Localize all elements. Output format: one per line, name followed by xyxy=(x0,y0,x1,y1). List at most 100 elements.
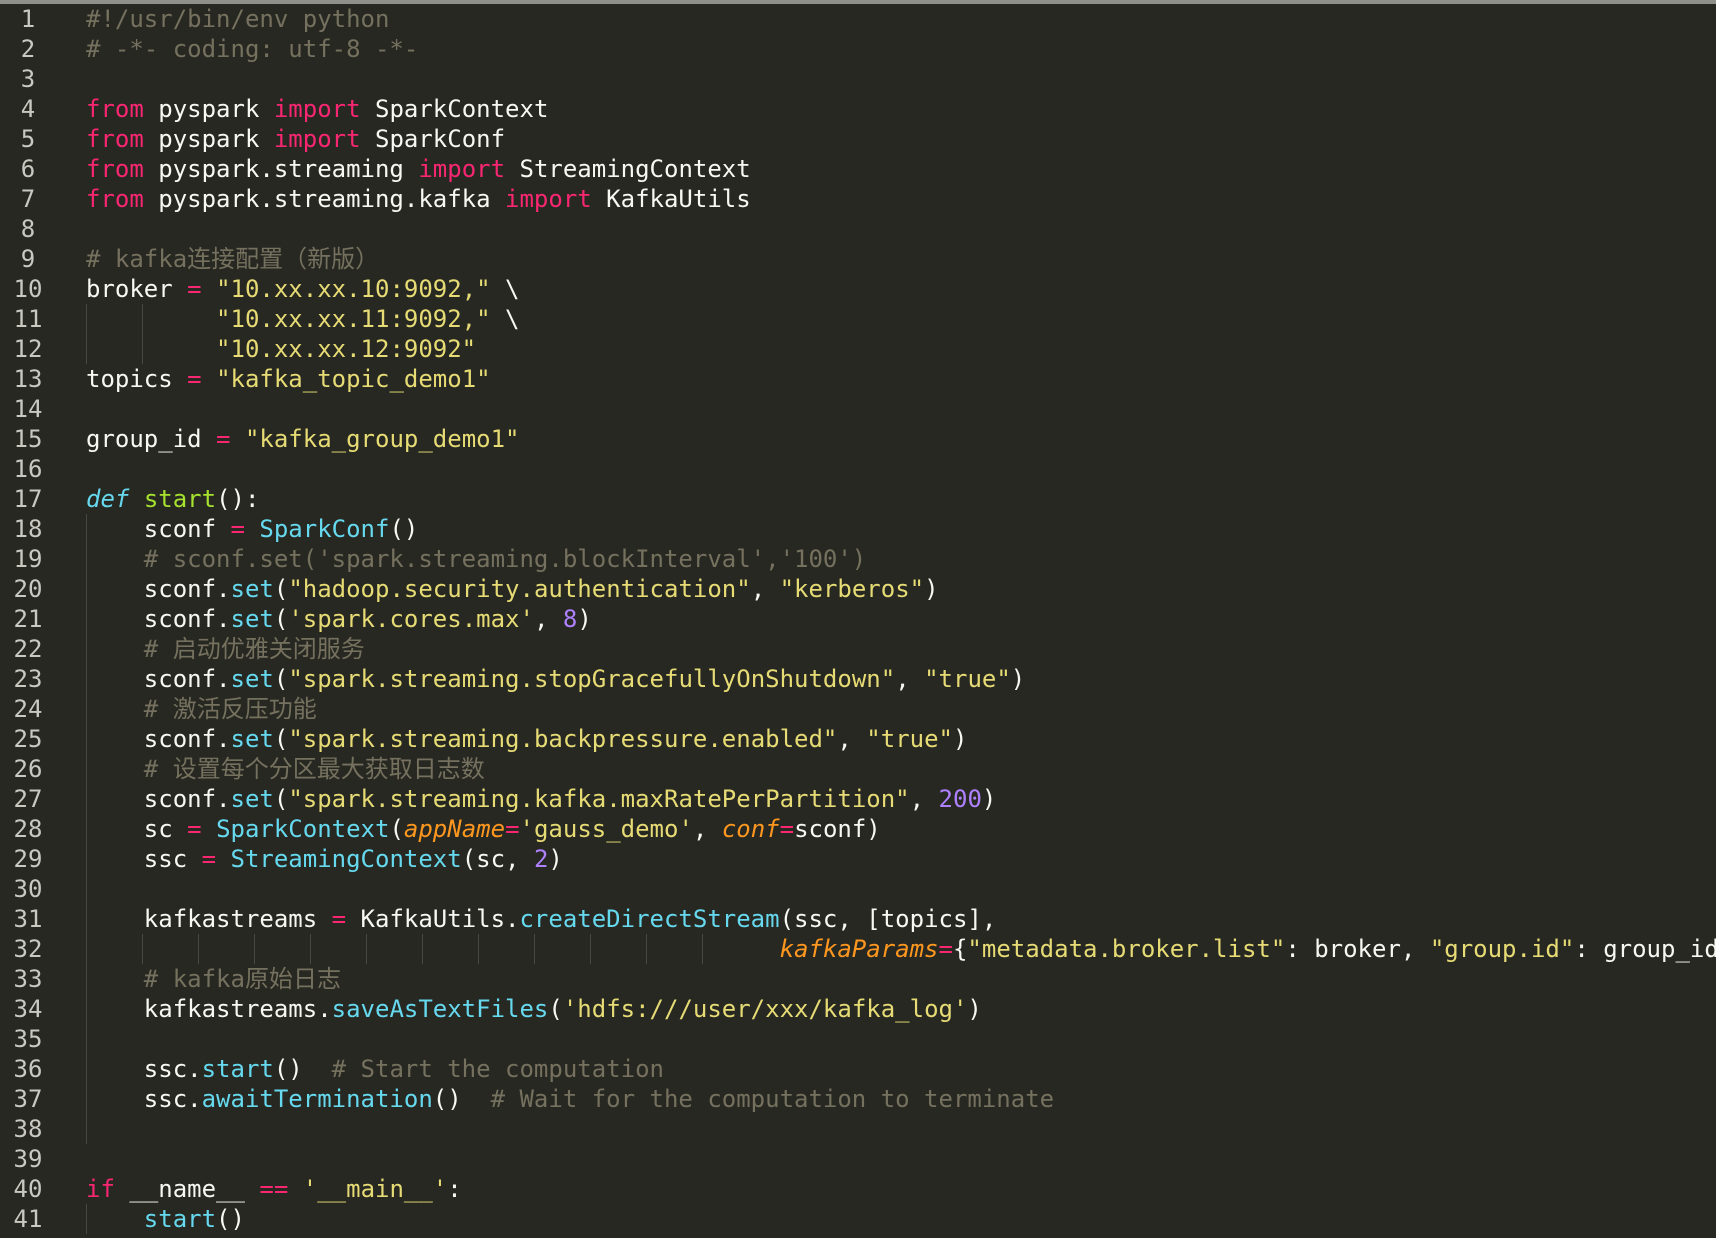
code-area[interactable]: 1 #!/usr/bin/env python 2 # -*- coding: utf… xyxy=(0,4,1716,1234)
line-number: 36 xyxy=(13,1055,43,1083)
code-token: ) xyxy=(967,995,982,1023)
code-line[interactable]: 39 xyxy=(0,1144,1716,1174)
code-line[interactable]: 36 ssc.start() # Start the computation xyxy=(0,1054,1716,1084)
code-token: "kafka_group_demo1" xyxy=(244,425,520,453)
line-content: kafkastreams = KafkaUtils.createDirectSt… xyxy=(86,904,997,934)
line-content: from pyspark.streaming.kafka import Kafk… xyxy=(86,184,751,214)
line-number: 23 xyxy=(13,665,43,693)
code-token: "spark.streaming.kafka.maxRatePerPartiti… xyxy=(288,785,910,813)
code-token: = xyxy=(201,845,217,873)
code-token: ( xyxy=(273,785,289,813)
code-token: set xyxy=(230,725,274,753)
line-content: # -*- coding: utf-8 -*- xyxy=(86,34,418,64)
code-token: 200 xyxy=(938,785,982,813)
code-line[interactable]: 25 sconf.set("spark.streaming.backpressu… xyxy=(0,724,1716,754)
code-line[interactable]: 13 topics = "kafka_topic_demo1" xyxy=(0,364,1716,394)
code-line[interactable]: 12 "10.xx.xx.12:9092" xyxy=(0,334,1716,364)
code-token: (): xyxy=(216,485,260,513)
code-line[interactable]: 18 sconf = SparkConf() xyxy=(0,514,1716,544)
code-token: , xyxy=(895,665,925,693)
code-line[interactable]: 26 # 设置每个分区最大获取日志数 xyxy=(0,754,1716,784)
code-token: = xyxy=(216,425,231,453)
code-line[interactable]: 29 ssc = StreamingContext(sc, 2) xyxy=(0,844,1716,874)
line-number: 24 xyxy=(13,695,43,723)
code-line[interactable]: 21 sconf.set('spark.cores.max', 8) xyxy=(0,604,1716,634)
code-line[interactable]: 40 if __name__ == '__main__': xyxy=(0,1174,1716,1204)
code-line[interactable]: 30 xyxy=(0,874,1716,904)
code-token: SparkConf xyxy=(259,515,390,543)
code-token: ( xyxy=(273,665,289,693)
code-line[interactable]: 16 xyxy=(0,454,1716,484)
code-token: set xyxy=(230,605,274,633)
code-token: : xyxy=(447,1175,462,1203)
code-line[interactable]: 32 kafkaParams={"metadata.broker.list": … xyxy=(0,934,1716,964)
code-token: (ssc, [topics], xyxy=(779,905,997,933)
code-token: from xyxy=(86,125,144,153)
code-line[interactable]: 9 # kafka连接配置（新版） xyxy=(0,244,1716,274)
code-token: SparkConf xyxy=(360,125,506,153)
code-line[interactable]: 2 # -*- coding: utf-8 -*- xyxy=(0,34,1716,64)
line-number: 7 xyxy=(20,185,36,213)
code-token: from xyxy=(86,185,144,213)
line-content: ssc = StreamingContext(sc, 2) xyxy=(86,844,563,874)
code-line[interactable]: 22 # 启动优雅关闭服务 xyxy=(0,634,1716,664)
code-token: StreamingContext xyxy=(505,155,751,183)
code-line[interactable]: 37 ssc.awaitTermination() # Wait for the… xyxy=(0,1084,1716,1114)
code-line[interactable]: 33 # kafka原始日志 xyxy=(0,964,1716,994)
code-token: ) xyxy=(1010,665,1026,693)
line-content: start() xyxy=(86,1204,245,1234)
code-token: ) xyxy=(981,785,997,813)
code-line[interactable]: 38 xyxy=(0,1114,1716,1144)
code-token: start xyxy=(201,1055,274,1083)
code-line[interactable]: 8 xyxy=(0,214,1716,244)
code-editor[interactable]: 1 #!/usr/bin/env python 2 # -*- coding: utf… xyxy=(0,0,1716,1238)
code-token: = xyxy=(779,815,795,843)
code-token: ssc. xyxy=(86,1085,202,1113)
indent-guide xyxy=(86,1114,87,1144)
code-line[interactable]: 24 # 激活反压功能 xyxy=(0,694,1716,724)
code-line[interactable]: 10 broker = "10.xx.xx.10:9092," \ xyxy=(0,274,1716,304)
line-number: 4 xyxy=(20,95,36,123)
code-line[interactable]: 19 # sconf.set('spark.streaming.blockInt… xyxy=(0,544,1716,574)
line-number: 22 xyxy=(13,635,43,663)
code-line[interactable]: 14 xyxy=(0,394,1716,424)
code-line[interactable]: 35 xyxy=(0,1024,1716,1054)
code-token: __name__ xyxy=(114,1175,260,1203)
line-content: sconf.set("spark.streaming.backpressure.… xyxy=(86,724,968,754)
code-line[interactable]: 31 kafkastreams = KafkaUtils.createDirec… xyxy=(0,904,1716,934)
line-content: ssc.start() # Start the computation xyxy=(86,1054,664,1084)
code-line[interactable]: 20 sconf.set("hadoop.security.authentica… xyxy=(0,574,1716,604)
code-line[interactable]: 1 #!/usr/bin/env python xyxy=(0,4,1716,34)
code-line[interactable]: 11 "10.xx.xx.11:9092," \ xyxy=(0,304,1716,334)
line-number: 17 xyxy=(13,485,43,513)
code-token: # Start the computation xyxy=(331,1055,664,1083)
code-line[interactable]: 23 sconf.set("spark.streaming.stopGracef… xyxy=(0,664,1716,694)
code-token: ) xyxy=(924,575,939,603)
code-line[interactable]: 4 from pyspark import SparkContext xyxy=(0,94,1716,124)
code-line[interactable]: 7 from pyspark.streaming.kafka import Kaf… xyxy=(0,184,1716,214)
code-line[interactable]: 34 kafkastreams.saveAsTextFiles('hdfs://… xyxy=(0,994,1716,1024)
line-number: 28 xyxy=(13,815,43,843)
code-line[interactable]: 6 from pyspark.streaming import Streaming… xyxy=(0,154,1716,184)
code-token: sconf. xyxy=(86,605,231,633)
code-token: 'spark.cores.max' xyxy=(288,605,534,633)
code-line[interactable]: 5 from pyspark import SparkConf xyxy=(0,124,1716,154)
code-token: set xyxy=(230,575,274,603)
line-content: #!/usr/bin/env python xyxy=(86,4,389,34)
code-line[interactable]: 41 start() xyxy=(0,1204,1716,1234)
code-token: kafkaParams xyxy=(779,935,939,963)
code-token: sconf. xyxy=(86,665,231,693)
code-line[interactable]: 3 xyxy=(0,64,1716,94)
code-line[interactable]: 27 sconf.set("spark.streaming.kafka.maxR… xyxy=(0,784,1716,814)
code-token: pyspark.streaming xyxy=(143,155,419,183)
code-line[interactable]: 28 sc = SparkContext(appName='gauss_demo… xyxy=(0,814,1716,844)
code-token: KafkaUtils. xyxy=(346,905,520,933)
code-line[interactable]: 17 def start(): xyxy=(0,484,1716,514)
code-line[interactable]: 15 group_id = "kafka_group_demo1" xyxy=(0,424,1716,454)
code-token: (sc, xyxy=(461,845,534,873)
